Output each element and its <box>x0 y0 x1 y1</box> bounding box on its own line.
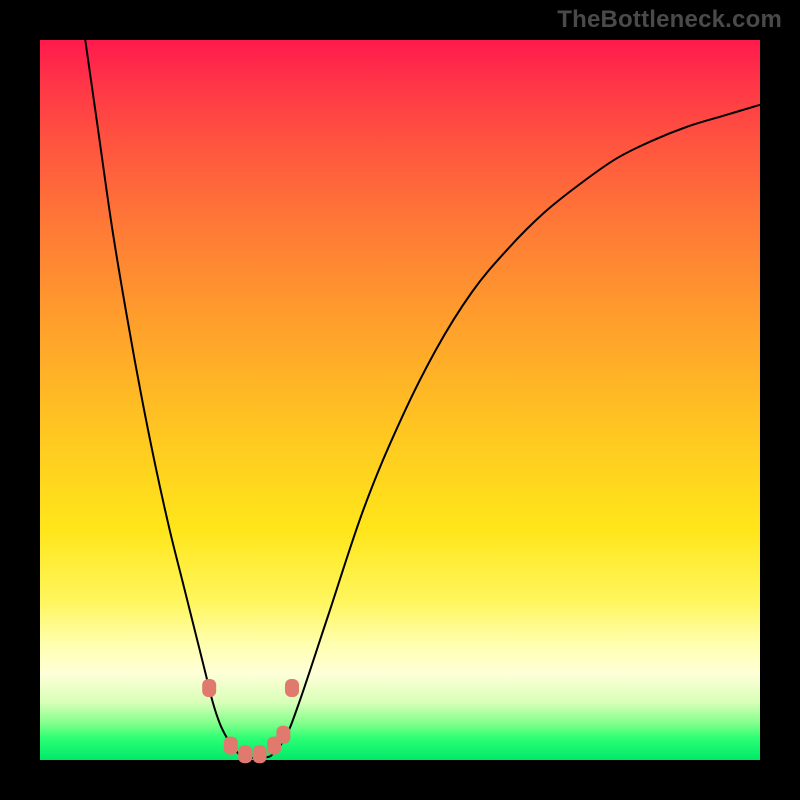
watermark-text: TheBottleneck.com <box>557 6 782 34</box>
curve-svg <box>40 40 760 760</box>
curve-right-branch <box>270 105 760 757</box>
valley-markers <box>202 679 299 763</box>
valley-marker <box>238 745 252 763</box>
valley-marker <box>202 679 216 697</box>
plot-area <box>40 40 760 760</box>
valley-marker <box>276 726 290 744</box>
chart-frame: TheBottleneck.com <box>0 0 800 800</box>
valley-marker <box>253 745 267 763</box>
valley-marker <box>285 679 299 697</box>
curve-left-branch <box>83 26 241 757</box>
valley-marker <box>224 737 238 755</box>
